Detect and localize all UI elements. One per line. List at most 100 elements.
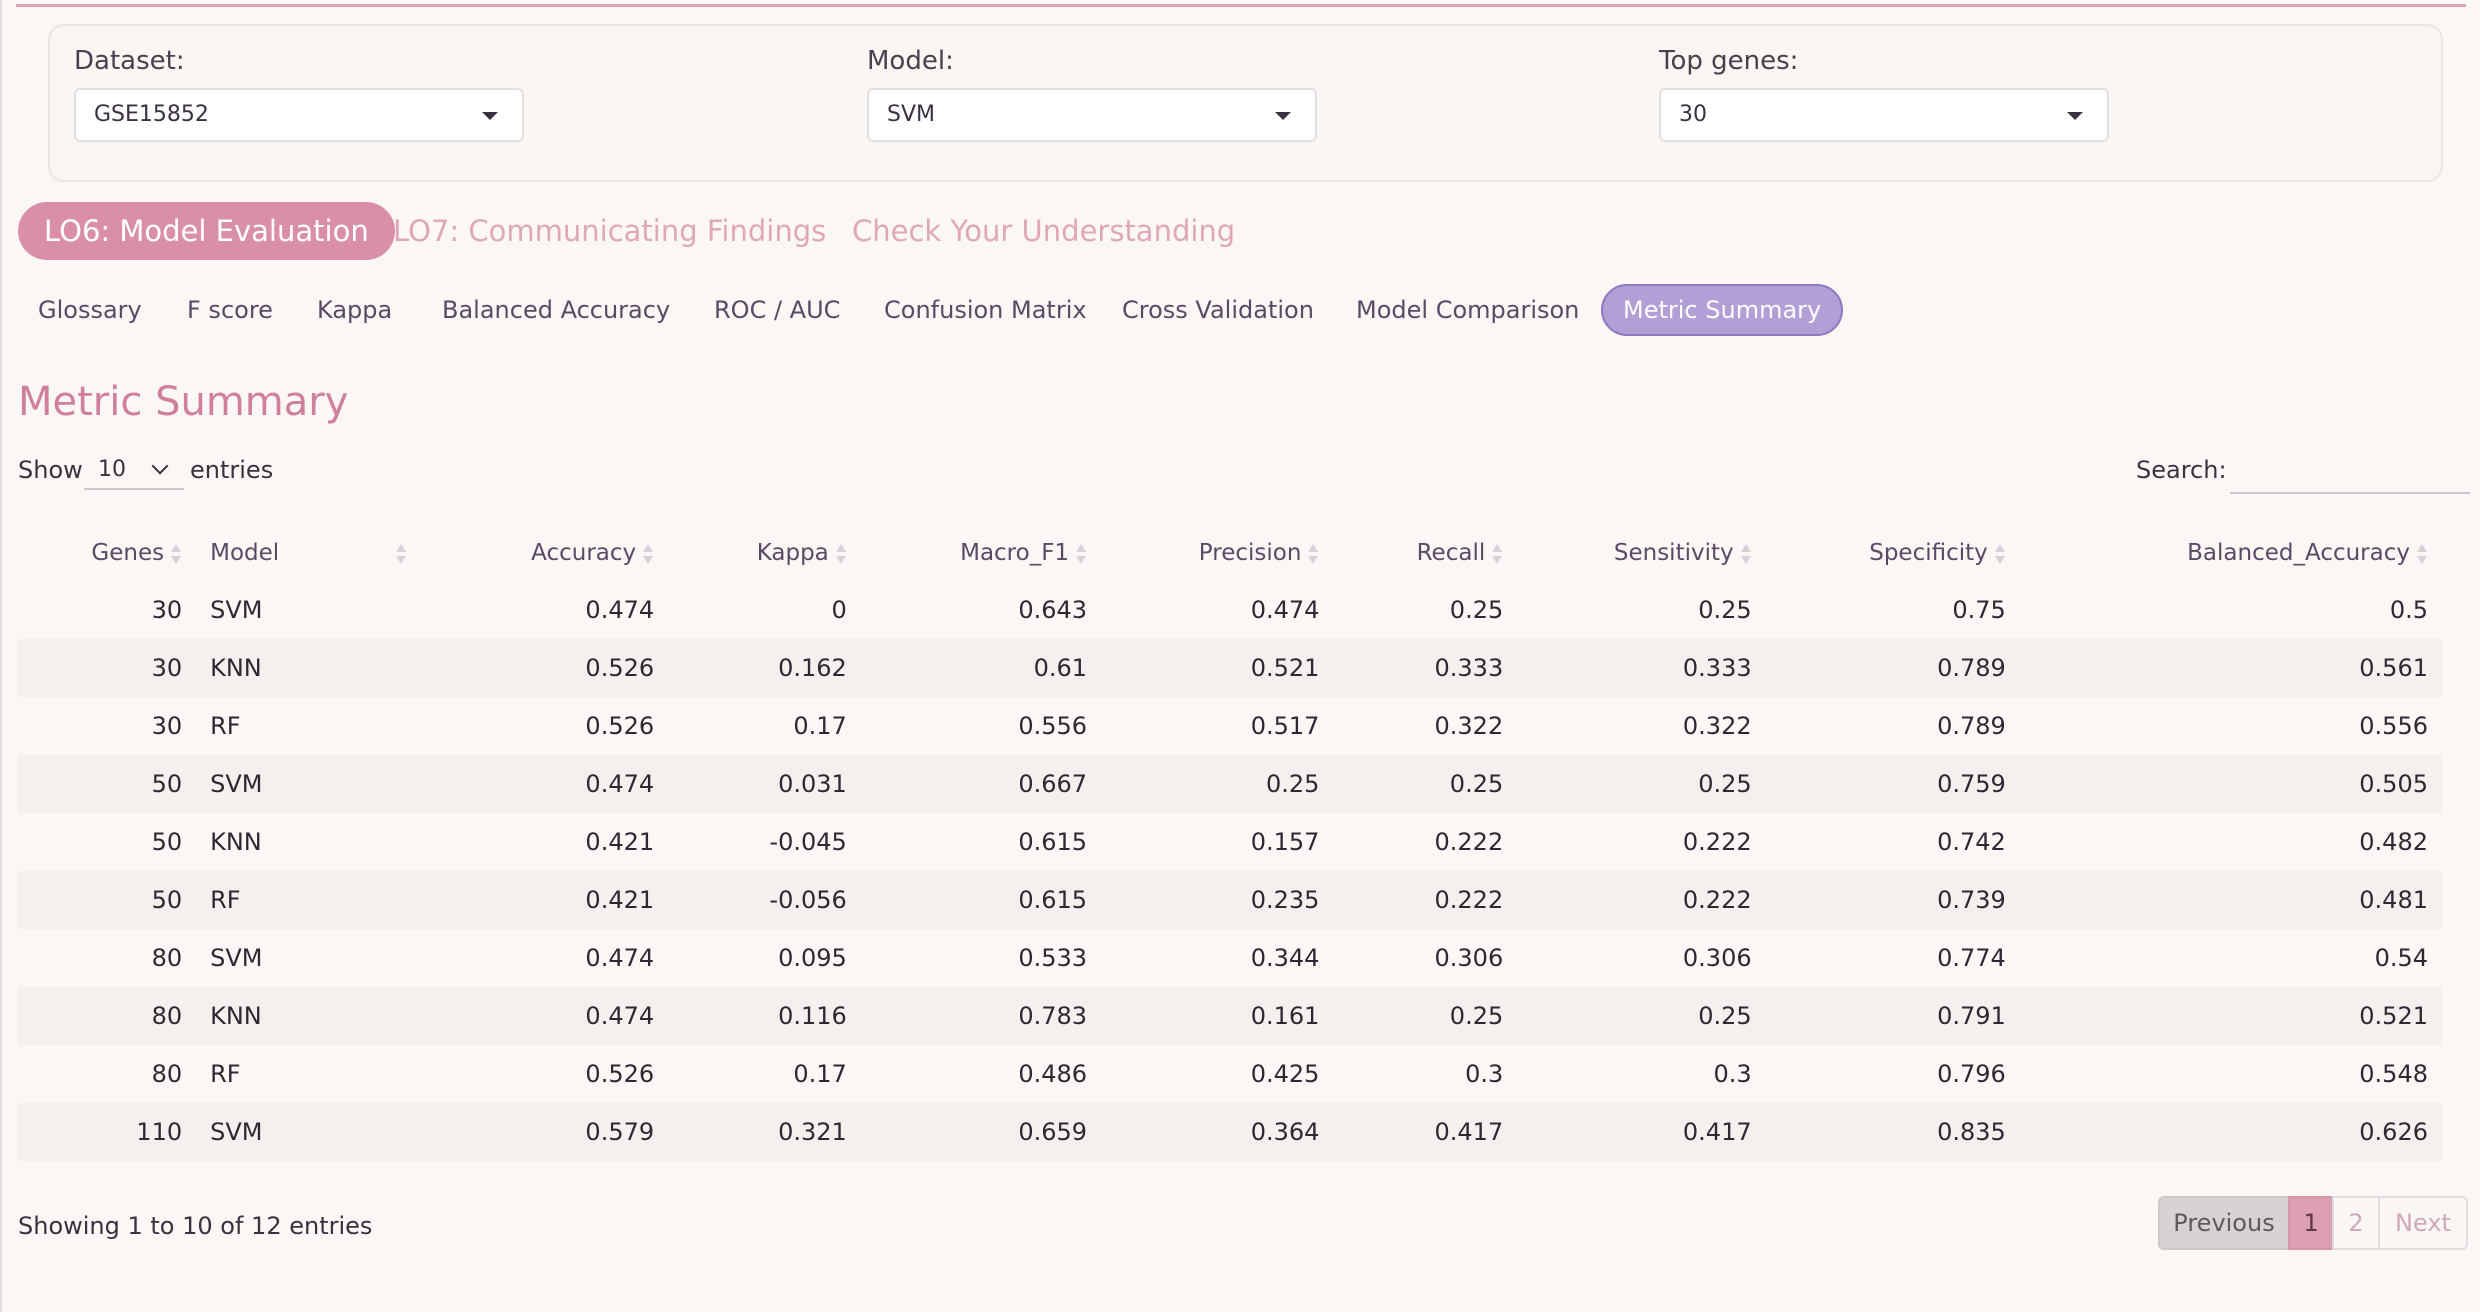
cell-kappa: 0.162 xyxy=(668,639,861,697)
subtab-roc-auc[interactable]: ROC / AUC xyxy=(714,284,840,336)
cell-macro-f1: 0.667 xyxy=(860,755,1102,813)
table-row: 30 KNN 0.526 0.162 0.61 0.521 0.333 0.33… xyxy=(18,639,2442,697)
top-divider xyxy=(16,4,2466,7)
column-header-balanced-accuracy[interactable]: Balanced_Accuracy xyxy=(2020,525,2442,581)
cell-accuracy: 0.474 xyxy=(585,596,655,624)
cell-macro-f1: 0.556 xyxy=(1018,712,1088,740)
cell-genes: 50 xyxy=(18,871,197,929)
table-row: 50 RF 0.421 -0.056 0.615 0.235 0.222 0.2… xyxy=(18,871,2442,929)
entries-length-select[interactable]: 10 xyxy=(84,450,184,490)
dataset-select[interactable]: GSE15852 xyxy=(74,88,524,142)
subtab-metric-summary[interactable]: Metric Summary xyxy=(1601,284,1844,336)
subtab-cross-validation[interactable]: Cross Validation xyxy=(1122,284,1314,336)
cell-sensitivity: 0.306 xyxy=(1682,944,1752,972)
cell-model: RF xyxy=(210,712,241,740)
cell-accuracy: 0.526 xyxy=(585,712,655,740)
sort-icon xyxy=(2416,543,2428,565)
table-row: 30 RF 0.526 0.17 0.556 0.517 0.322 0.322… xyxy=(18,697,2442,755)
subtab-confusion-matrix[interactable]: Confusion Matrix xyxy=(884,284,1087,336)
tab-lo6-model-evaluation[interactable]: LO6: Model Evaluation xyxy=(18,202,395,260)
cell-accuracy: 0.526 xyxy=(421,639,669,697)
cell-recall: 0.417 xyxy=(1333,1103,1518,1161)
model-select[interactable]: SVM xyxy=(867,88,1317,142)
cell-balanced-accuracy: 0.521 xyxy=(2019,987,2442,1045)
cell-precision: 0.161 xyxy=(1101,987,1334,1045)
table-row: 110 SVM 0.579 0.321 0.659 0.364 0.417 0.… xyxy=(18,1103,2442,1161)
table-header: Genes Model Accuracy Kappa Macro_F1 Prec… xyxy=(18,525,2442,581)
table-row: 30 SVM 0.474 0 0.643 0.474 0.25 0.25 0.7… xyxy=(18,581,2442,639)
controls-panel: Dataset: GSE15852 Model: SVM Top genes: … xyxy=(48,24,2443,182)
previous-page-button[interactable]: Previous xyxy=(2158,1196,2290,1250)
cell-genes: 30 xyxy=(151,596,183,624)
page-button-1[interactable]: 1 xyxy=(2288,1196,2334,1250)
cell-sensitivity: 0.333 xyxy=(1517,639,1766,697)
subtab-model-comparison[interactable]: Model Comparison xyxy=(1356,284,1579,336)
top-genes-label: Top genes: xyxy=(1659,46,1799,76)
metric-summary-table: Genes Model Accuracy Kappa Macro_F1 Prec… xyxy=(18,525,2442,1161)
cell-macro-f1: 0.643 xyxy=(1018,596,1088,624)
table-row: 50 SVM 0.474 0.031 0.667 0.25 0.25 0.25 … xyxy=(18,755,2442,813)
cell-kappa: 0.17 xyxy=(793,1060,847,1088)
cell-sensitivity: 0.417 xyxy=(1517,1103,1766,1161)
sort-icon xyxy=(170,543,182,565)
column-header-sensitivity[interactable]: Sensitivity xyxy=(1517,525,1765,581)
dataset-label: Dataset: xyxy=(74,46,185,76)
cell-sensitivity: 0.222 xyxy=(1682,828,1752,856)
cell-accuracy: 0.421 xyxy=(421,871,669,929)
cell-balanced-accuracy: 0.556 xyxy=(2359,712,2428,740)
cell-accuracy: 0.474 xyxy=(421,755,669,813)
top-genes-select[interactable]: 30 xyxy=(1659,88,2109,142)
tab-lo7-communicating-findings[interactable]: LO7: Communicating Findings xyxy=(393,202,826,260)
cell-sensitivity: 0.25 xyxy=(1517,987,1766,1045)
model-value: SVM xyxy=(887,102,935,127)
column-header-recall[interactable]: Recall xyxy=(1333,525,1517,581)
cell-specificity: 0.742 xyxy=(1937,828,2006,856)
page-title: Metric Summary xyxy=(18,379,349,425)
cell-balanced-accuracy: 0.481 xyxy=(2019,871,2442,929)
cell-precision: 0.521 xyxy=(1101,639,1334,697)
cell-kappa: 0.116 xyxy=(668,987,861,1045)
sort-icon xyxy=(1075,543,1087,565)
cell-genes: 50 xyxy=(18,755,197,813)
cell-macro-f1: 0.615 xyxy=(860,871,1102,929)
search-input[interactable] xyxy=(2230,454,2470,494)
left-border xyxy=(0,0,2,1312)
subtab-kappa[interactable]: Kappa xyxy=(317,284,392,336)
table-body: 30 SVM 0.474 0 0.643 0.474 0.25 0.25 0.7… xyxy=(18,581,2442,1161)
cell-specificity: 0.759 xyxy=(1765,755,2020,813)
column-header-specificity[interactable]: Specificity xyxy=(1766,525,2020,581)
cell-genes: 80 xyxy=(151,944,183,972)
dataset-control: Dataset: GSE15852 xyxy=(74,44,524,142)
subtab-balanced-accuracy[interactable]: Balanced Accuracy xyxy=(442,284,670,336)
cell-precision: 0.474 xyxy=(1250,596,1320,624)
cell-model: KNN xyxy=(196,987,422,1045)
sort-icon xyxy=(1740,543,1752,565)
next-page-button[interactable]: Next xyxy=(2378,1196,2468,1250)
cell-kappa: -0.045 xyxy=(769,828,847,856)
cell-recall: 0.25 xyxy=(1333,755,1518,813)
sort-icon xyxy=(1994,543,2006,565)
column-header-accuracy[interactable]: Accuracy xyxy=(421,525,668,581)
subtab-glossary[interactable]: Glossary xyxy=(38,284,142,336)
column-header-model[interactable]: Model xyxy=(196,525,421,581)
cell-recall: 0.322 xyxy=(1434,712,1504,740)
sort-icon xyxy=(835,543,847,565)
cell-model: SVM xyxy=(210,944,263,972)
tab-check-understanding[interactable]: Check Your Understanding xyxy=(852,202,1235,260)
column-header-macro-f1[interactable]: Macro_F1 xyxy=(861,525,1101,581)
cell-model: SVM xyxy=(210,596,263,624)
cell-kappa: 0.17 xyxy=(793,712,847,740)
subtab-f-score[interactable]: F score xyxy=(187,284,273,336)
column-header-kappa[interactable]: Kappa xyxy=(668,525,861,581)
page-button-2[interactable]: 2 xyxy=(2332,1196,2380,1250)
cell-model: RF xyxy=(196,871,422,929)
cell-specificity: 0.789 xyxy=(1937,712,2006,740)
column-header-precision[interactable]: Precision xyxy=(1101,525,1333,581)
cell-macro-f1: 0.533 xyxy=(1018,944,1088,972)
cell-sensitivity: 0.222 xyxy=(1517,871,1766,929)
column-header-genes[interactable]: Genes xyxy=(18,525,196,581)
cell-accuracy: 0.579 xyxy=(421,1103,669,1161)
cell-sensitivity: 0.322 xyxy=(1682,712,1752,740)
cell-recall: 0.333 xyxy=(1333,639,1518,697)
entries-length-value: 10 xyxy=(98,457,126,482)
